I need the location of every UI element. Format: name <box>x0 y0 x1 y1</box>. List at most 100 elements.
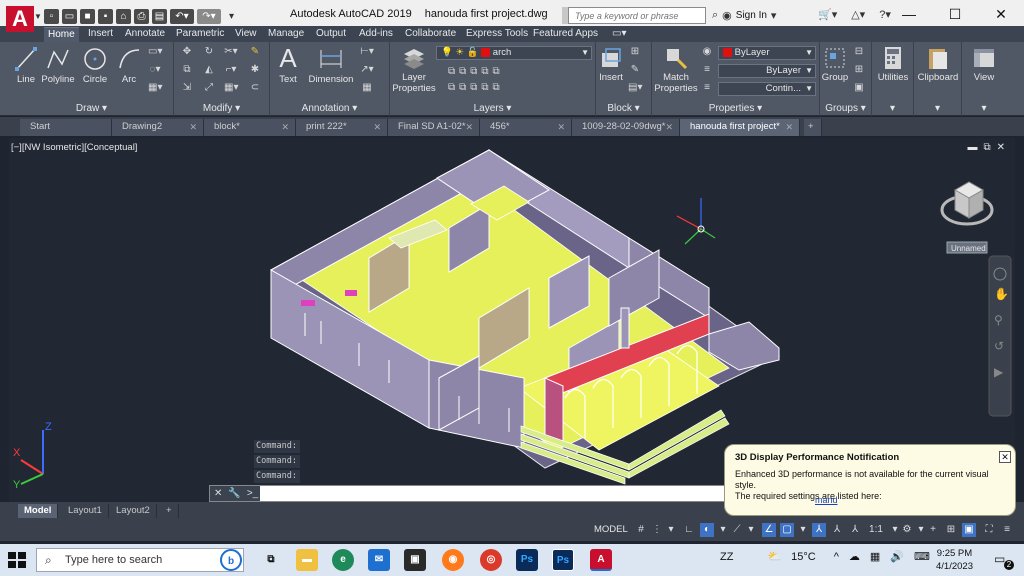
create-block-icon[interactable]: ⊞ <box>628 46 642 58</box>
file-tab-print-222[interactable]: print 222* ✕ <box>296 119 388 136</box>
model-space-button[interactable]: MODEL <box>594 523 628 537</box>
taskbar-search-box[interactable]: ⌕ Type here to search <box>36 548 244 572</box>
layer-tools-row2[interactable]: ⧉⧉⧉⧉⧉ <box>448 82 528 94</box>
close-tab-icon[interactable]: ✕ <box>465 119 473 135</box>
autodesk-a360-icon[interactable]: △▾ <box>851 8 865 21</box>
cart-icon[interactable]: 🛒▾ <box>818 8 837 21</box>
block-panel-title[interactable]: Block ▾ <box>596 103 651 114</box>
prompt-icon[interactable]: >_ <box>247 486 258 501</box>
task-view-icon[interactable]: ⧉ <box>260 549 282 571</box>
circle-button[interactable]: Circle <box>80 46 110 85</box>
attribute-icon[interactable]: ▤▾ <box>628 82 642 94</box>
copy-icon[interactable]: ⧉ <box>180 64 194 76</box>
zoom-icon[interactable]: ⚲ <box>994 313 1003 327</box>
fillet-icon[interactable]: ⌐▾ <box>224 64 238 76</box>
close-icon[interactable]: ✕ <box>214 486 222 501</box>
volume-icon[interactable]: 🔊 <box>890 550 904 563</box>
sign-in-label[interactable]: Sign In <box>736 10 767 21</box>
binoculars-icon[interactable]: ⌕ <box>712 9 718 22</box>
windows-start-icon[interactable] <box>8 552 26 568</box>
save-icon[interactable]: ■ <box>80 8 95 24</box>
auto-scale-icon[interactable]: ⅄ <box>830 523 844 537</box>
chevron-down-icon[interactable]: ▼ <box>34 12 42 22</box>
close-tab-icon[interactable]: ✕ <box>189 119 197 135</box>
file-tab-final-sd[interactable]: Final SD A1-02* ✕ <box>388 119 480 136</box>
tab-collaborate[interactable]: Collaborate <box>401 27 460 42</box>
pan-icon[interactable]: ✋ <box>994 287 1009 301</box>
line-button[interactable]: Line <box>12 46 40 85</box>
gradient-icon[interactable]: ▦▾ <box>148 82 162 94</box>
orbit-icon[interactable]: ↺ <box>994 339 1004 353</box>
erase-icon[interactable]: ✎ <box>248 46 262 58</box>
file-tab-1009[interactable]: 1009-28-02-09dwg* ✕ <box>572 119 680 136</box>
workspace-gear-icon[interactable]: ⚙ <box>900 523 914 537</box>
group-select-icon[interactable]: ▣ <box>852 82 866 94</box>
wrench-icon[interactable]: 🔧 <box>228 486 240 501</box>
mirror-icon[interactable]: ◭ <box>202 64 216 76</box>
minimize-button[interactable]: — <box>886 0 932 28</box>
rectangle-icon[interactable]: ▭▾ <box>148 46 162 58</box>
tab-featured-apps[interactable]: Featured Apps <box>529 27 602 42</box>
store-icon[interactable]: ▣ <box>404 549 426 571</box>
linear-dim-icon[interactable]: ⊢▾ <box>360 46 374 58</box>
layer-dropdown[interactable]: 💡 ☀ 🔓 arch ▼ <box>436 46 592 60</box>
save-as-icon[interactable]: ▪ <box>98 8 113 24</box>
tab-express-tools[interactable]: Express Tools <box>462 27 532 42</box>
edge-icon[interactable]: e <box>332 549 354 571</box>
clipboard-button[interactable]: Clipboard <box>914 46 962 83</box>
table-icon[interactable]: ▦ <box>360 82 374 94</box>
ortho-icon[interactable]: ∟ <box>682 523 696 537</box>
print-icon[interactable]: ⎙ <box>134 8 149 24</box>
close-tab-icon[interactable]: ✕ <box>557 119 565 135</box>
trim-icon[interactable]: ✂▾ <box>224 46 238 58</box>
insert-button[interactable]: Insert <box>596 46 626 83</box>
ungroup-icon[interactable]: ⊟ <box>852 46 866 58</box>
autocad-taskbar-icon[interactable]: A <box>590 549 612 571</box>
offset-icon[interactable]: ⊂ <box>248 82 262 94</box>
command-input[interactable] <box>264 487 804 500</box>
redo-icon[interactable]: ↷▾ <box>197 8 221 24</box>
web-mobile-icon[interactable]: ⌂ <box>116 8 131 24</box>
isodraft-icon[interactable]: ⟋ <box>730 523 744 537</box>
chevron-up-icon[interactable]: ^ <box>834 551 839 563</box>
tab-parametric[interactable]: Parametric <box>172 27 228 42</box>
properties-panel-title[interactable]: Properties ▾ <box>652 103 819 114</box>
sign-in-area[interactable]: ⌕ ◉ Sign In ▾ <box>712 9 776 22</box>
annotation-monitor-icon[interactable]: + <box>926 523 940 537</box>
weather-temp[interactable]: 15°C <box>791 551 816 563</box>
new-file-icon[interactable]: ▫ <box>44 8 59 24</box>
zz-tray-icon[interactable]: ZZ <box>720 551 733 563</box>
photoshop-icon[interactable]: Ps <box>516 549 538 571</box>
firefox-icon[interactable]: ◉ <box>442 549 464 571</box>
layout-tab-layout1[interactable]: Layout1 <box>62 504 109 518</box>
annotation-visibility-icon[interactable]: ⅄ <box>812 523 826 537</box>
stretch-icon[interactable]: ⇲ <box>180 82 194 94</box>
osnap-dropdown-icon[interactable]: ▾ <box>796 523 810 537</box>
tab-annotate[interactable]: Annotate <box>121 27 169 42</box>
chevron-down-icon[interactable]: ▾ <box>771 9 777 22</box>
layer-tools-row1[interactable]: ⧉⧉⧉⧉⧉ <box>448 66 528 78</box>
clean-screen-icon[interactable]: ⛶ <box>982 523 996 537</box>
move-icon[interactable]: ✥ <box>180 46 194 58</box>
viewcube[interactable] <box>940 181 994 226</box>
ucs-menu-label[interactable]: Unnamed <box>951 244 986 253</box>
layout-tab-layout2[interactable]: Layout2 <box>110 504 157 518</box>
layers-panel-title[interactable]: Layers ▾ <box>390 103 595 114</box>
polar-tracking-icon[interactable]: ◐ <box>700 523 714 537</box>
network-icon[interactable]: ▦ <box>870 550 880 563</box>
annotation-scale-icon[interactable]: ⅄ <box>848 523 862 537</box>
keyboard-icon[interactable]: ⌨ <box>914 550 930 563</box>
tab-add-ins[interactable]: Add-ins <box>355 27 397 42</box>
ribbon-minimize-icon[interactable]: ▭▾ <box>608 27 630 42</box>
view-button[interactable]: View <box>962 46 1006 83</box>
mail-icon[interactable]: ✉ <box>368 549 390 571</box>
isodraft-dropdown-icon[interactable]: ▾ <box>744 523 758 537</box>
grid-icon[interactable]: # <box>634 523 648 537</box>
edit-block-icon[interactable]: ✎ <box>628 64 642 76</box>
qat-customize-icon[interactable]: ▾ <box>224 9 239 24</box>
leader-icon[interactable]: ↗▾ <box>360 64 374 76</box>
object-snap-icon[interactable]: ▢ <box>780 523 794 537</box>
file-tab-drawing2[interactable]: Drawing2 ✕ <box>112 119 204 136</box>
photoshop-2-icon[interactable]: Ps <box>552 549 574 571</box>
close-tab-icon[interactable]: ✕ <box>373 119 381 135</box>
